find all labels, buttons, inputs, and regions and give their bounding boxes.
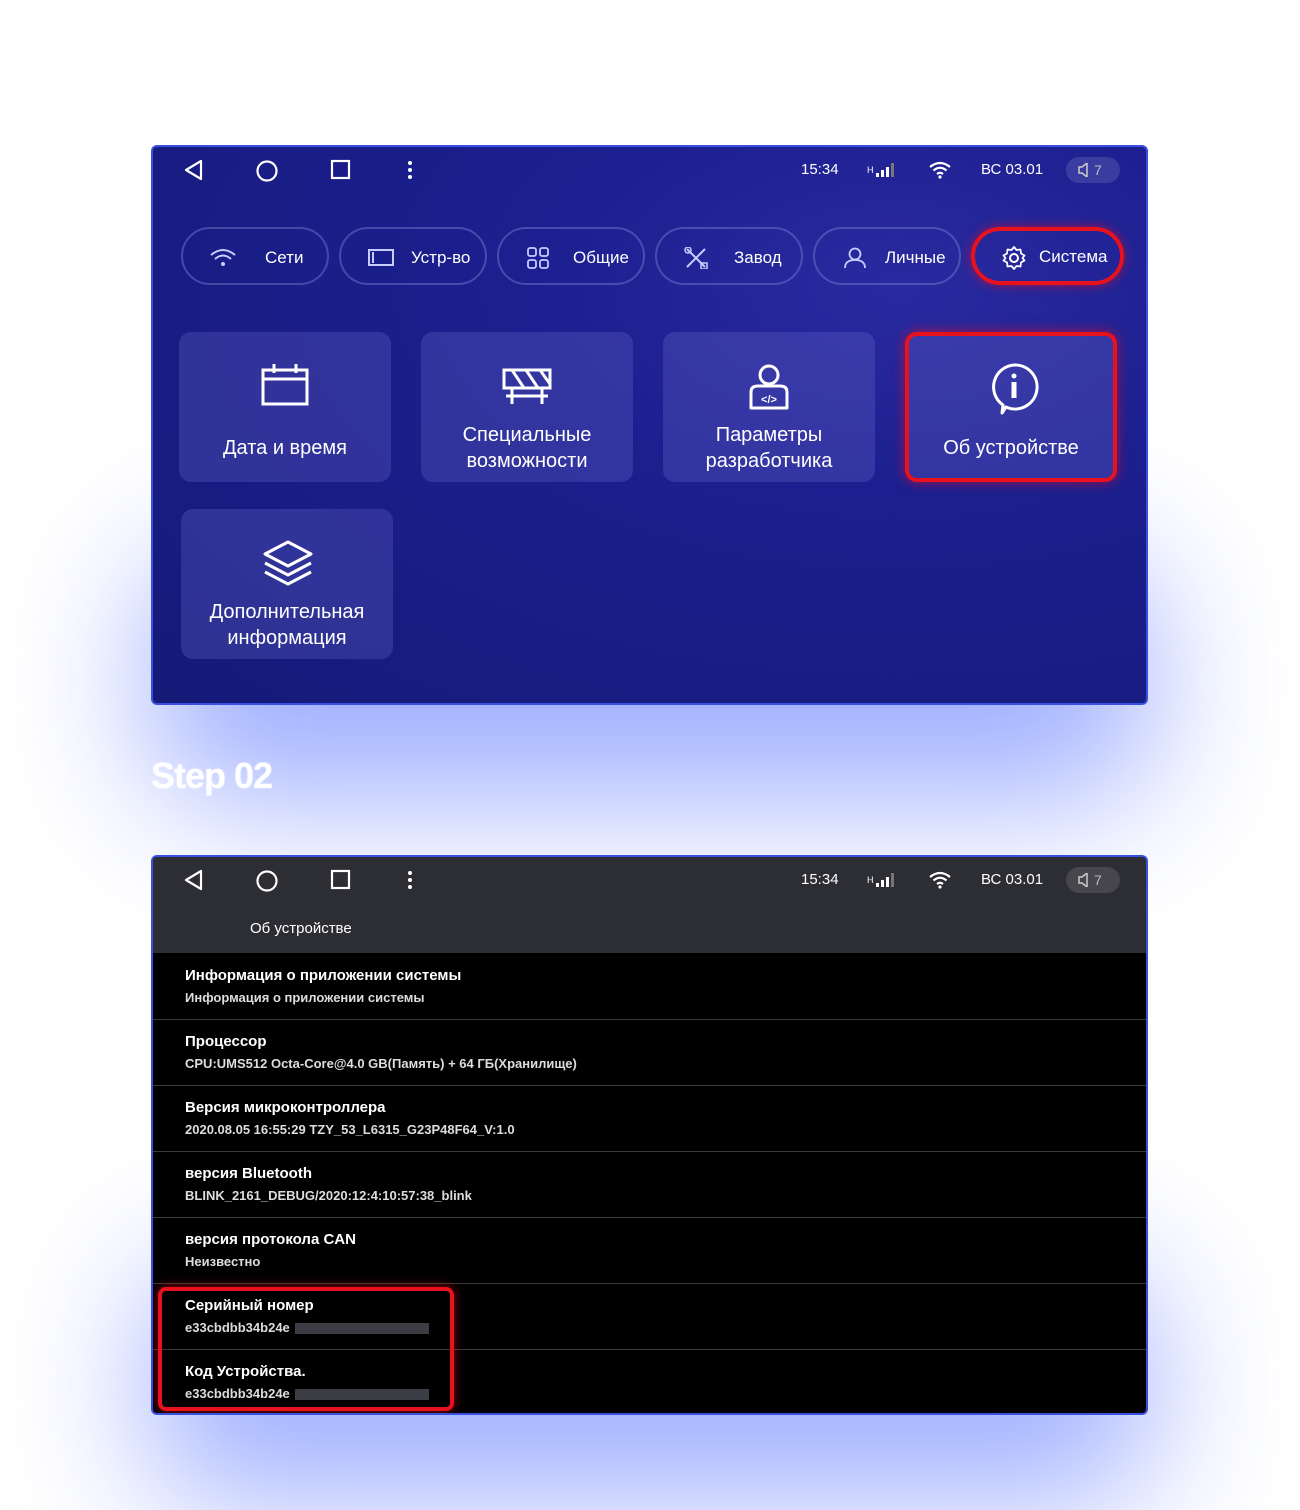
header: 15:34 H ВС 03.01 7 Об устройстве (153, 857, 1146, 953)
clock: 15:34 (801, 161, 839, 178)
cellular-signal-icon: H (867, 873, 894, 887)
tab-factory[interactable]: Завод (655, 227, 803, 285)
tab-label: Сети (265, 248, 304, 267)
item-title: Версия микроконтроллера (185, 1099, 386, 1116)
device-icon (368, 249, 394, 266)
status-bar: 15:34 H ВС 03.01 7 (153, 857, 1146, 903)
wifi-icon (210, 249, 236, 266)
tools-icon (684, 247, 708, 269)
tile-label: информация (227, 627, 347, 649)
layers-icon (263, 540, 313, 586)
tile-label: Параметры (715, 424, 823, 446)
tile-label: Об устройстве (943, 437, 1079, 459)
item-title: версия Bluetooth (185, 1165, 312, 1182)
tile-date-time[interactable]: Дата и время (179, 332, 391, 482)
volume-indicator[interactable]: 7 (1066, 157, 1120, 183)
svg-text:</>: </> (761, 394, 777, 406)
tile-label: Дополнительная (209, 601, 365, 623)
list-item-bluetooth-version[interactable]: версия Bluetooth BLINK_2161_DEBUG/2020:1… (153, 1151, 1146, 1218)
tab-label: Завод (734, 248, 782, 267)
item-value: 2020.08.05 16:55:29 TZY_53_L6315_G23P48F… (185, 1122, 515, 1137)
date: ВС 03.01 (981, 161, 1044, 178)
tab-personal[interactable]: Личные (813, 227, 961, 285)
cellular-signal-icon: H (867, 163, 894, 177)
back-icon[interactable] (183, 869, 205, 891)
speaker-icon (1078, 873, 1088, 887)
tab-device[interactable]: Устр-во (339, 227, 487, 285)
user-icon (844, 247, 866, 269)
item-value: Неизвестно (185, 1254, 261, 1269)
back-icon[interactable] (183, 159, 205, 181)
volume-indicator[interactable]: 7 (1066, 867, 1120, 893)
recents-icon[interactable] (330, 869, 352, 891)
item-value: BLINK_2161_DEBUG/2020:12:4:10:57:38_blin… (185, 1188, 472, 1203)
tile-accessibility[interactable]: Специальные возможности (421, 332, 633, 482)
developer-icon: </> (749, 364, 789, 410)
list-item-system-apps-info[interactable]: Информация о приложении системы Информац… (153, 953, 1146, 1020)
tile-label: Дата и время (222, 437, 348, 459)
date: ВС 03.01 (981, 871, 1044, 888)
tile-about-device[interactable]: Об устройстве (905, 332, 1117, 482)
tile-additional-info[interactable]: Дополнительная информация (181, 509, 393, 659)
tab-system[interactable]: Система (971, 227, 1124, 285)
barrier-icon (502, 368, 552, 404)
wifi-status-icon (929, 161, 951, 179)
highlight-frame (158, 1287, 454, 1411)
info-icon (992, 363, 1039, 415)
settings-system-screen: 15:34 H ВС 03.01 7 Сети Устр-во Общие За… (151, 145, 1148, 705)
tile-label: разработчика (705, 450, 833, 472)
tab-label: Система (1039, 247, 1108, 266)
svg-text:H: H (867, 165, 874, 175)
more-icon[interactable] (405, 869, 415, 891)
page-title: Об устройстве (250, 920, 352, 937)
tab-label: Личные (885, 248, 946, 267)
list-item-processor[interactable]: Процессор CPU:UMS512 Octa-Core@4.0 GB(Па… (153, 1019, 1146, 1086)
volume-level: 7 (1094, 162, 1102, 178)
tab-networks[interactable]: Сети (181, 227, 329, 285)
home-icon[interactable] (255, 159, 279, 183)
item-title: Информация о приложении системы (185, 967, 462, 984)
item-title: версия протокола CAN (185, 1231, 356, 1248)
item-title: Процессор (185, 1033, 267, 1050)
recents-icon[interactable] (330, 159, 352, 181)
list-item-can-protocol-version[interactable]: версия протокола CAN Неизвестно (153, 1217, 1146, 1284)
status-bar: 15:34 H ВС 03.01 7 (153, 147, 1146, 193)
tile-label: возможности (466, 450, 588, 472)
grid-icon (527, 247, 549, 269)
item-value: Информация о приложении системы (185, 990, 425, 1005)
tab-label: Общие (573, 248, 629, 267)
tile-developer-options[interactable]: </> Параметры разработчика (663, 332, 875, 482)
tile-label: Специальные (462, 424, 592, 446)
step-label: Step 02 (151, 755, 273, 796)
item-value: CPU:UMS512 Octa-Core@4.0 GB(Память) + 64… (185, 1056, 577, 1071)
gear-icon (1002, 246, 1026, 270)
volume-level: 7 (1094, 872, 1102, 888)
calendar-icon (261, 364, 309, 406)
list-item-mcu-version[interactable]: Версия микроконтроллера 2020.08.05 16:55… (153, 1085, 1146, 1152)
tab-general[interactable]: Общие (497, 227, 645, 285)
speaker-icon (1078, 163, 1088, 177)
wifi-status-icon (929, 871, 951, 889)
more-icon[interactable] (405, 159, 415, 181)
clock: 15:34 (801, 871, 839, 888)
about-device-screen: 15:34 H ВС 03.01 7 Об устройстве Информа… (151, 855, 1148, 1415)
tab-label: Устр-во (411, 248, 471, 267)
home-icon[interactable] (255, 869, 279, 893)
svg-text:H: H (867, 875, 874, 885)
